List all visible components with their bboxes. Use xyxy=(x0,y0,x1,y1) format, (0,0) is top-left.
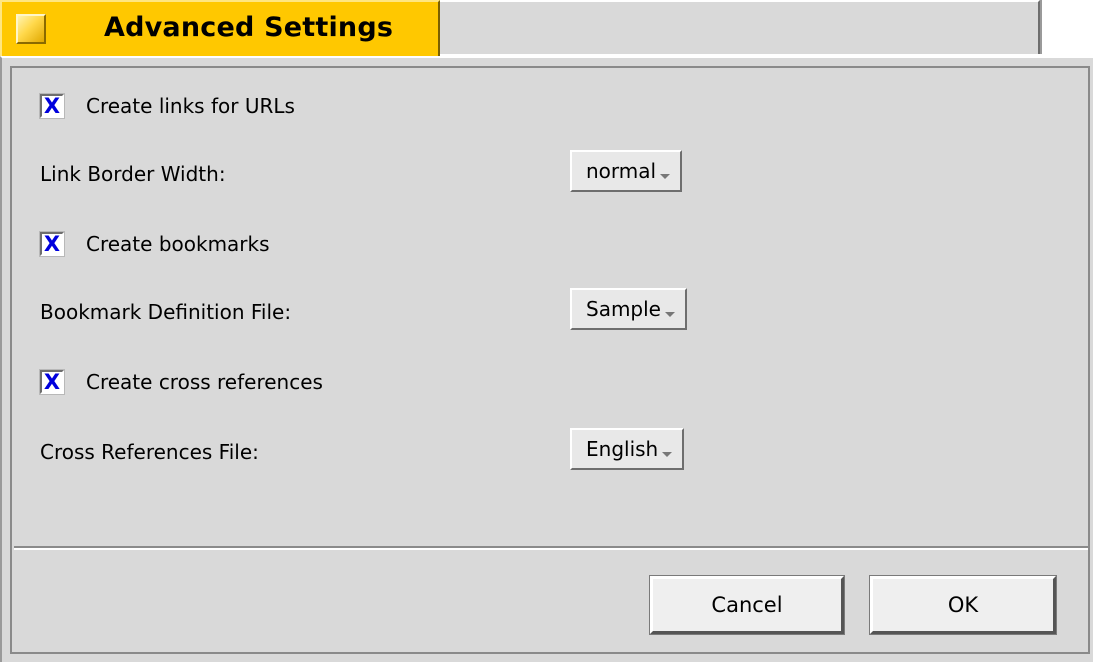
cross-references-file-select[interactable]: English xyxy=(570,428,685,470)
create-bookmarks-row[interactable]: X Create bookmarks xyxy=(39,231,270,257)
create-links-checkbox[interactable]: X xyxy=(39,93,65,119)
check-x-icon: X xyxy=(43,94,61,118)
check-x-icon: X xyxy=(43,232,61,256)
create-cross-references-row[interactable]: X Create cross references xyxy=(39,369,323,395)
bookmark-definition-file-row: Bookmark Definition File: xyxy=(40,300,291,324)
dialog-panel: X Create links for URLs Link Border Widt… xyxy=(0,56,1093,662)
tab-strip: Advanced Settings xyxy=(0,0,1093,62)
create-links-label: Create links for URLs xyxy=(86,94,295,118)
tab-inactive-area xyxy=(440,0,1040,54)
link-border-width-value: normal xyxy=(586,159,657,183)
bookmark-definition-file-value: Sample xyxy=(586,297,661,321)
dropdown-arrow-icon xyxy=(662,451,673,457)
link-border-width-row: Link Border Width: xyxy=(40,162,226,186)
bookmark-definition-file-label: Bookmark Definition File: xyxy=(40,300,292,324)
ok-button[interactable]: OK xyxy=(869,575,1057,635)
window-menu-icon[interactable] xyxy=(16,14,46,44)
check-x-icon: X xyxy=(43,370,61,394)
settings-content: X Create links for URLs Link Border Widt… xyxy=(14,70,1088,544)
create-cross-references-checkbox[interactable]: X xyxy=(39,369,65,395)
link-border-width-select[interactable]: normal xyxy=(570,150,683,192)
button-area-divider xyxy=(14,546,1088,550)
create-cross-references-label: Create cross references xyxy=(86,370,323,394)
dropdown-arrow-icon xyxy=(665,311,675,317)
create-bookmarks-label: Create bookmarks xyxy=(86,232,270,256)
create-links-row[interactable]: X Create links for URLs xyxy=(39,93,295,119)
bookmark-definition-file-select[interactable]: Sample xyxy=(570,288,687,330)
tab-advanced-settings[interactable]: Advanced Settings xyxy=(0,0,440,58)
cross-references-file-value: English xyxy=(586,437,659,461)
link-border-width-label: Link Border Width: xyxy=(40,162,226,186)
create-bookmarks-checkbox[interactable]: X xyxy=(39,231,65,257)
cancel-button[interactable]: Cancel xyxy=(649,575,845,635)
cross-references-file-row: Cross References File: xyxy=(40,440,259,464)
cross-references-file-label: Cross References File: xyxy=(40,440,259,464)
tab-title: Advanced Settings xyxy=(104,12,394,43)
tab-strip-edge xyxy=(1040,0,1048,54)
dropdown-arrow-icon xyxy=(660,173,671,179)
